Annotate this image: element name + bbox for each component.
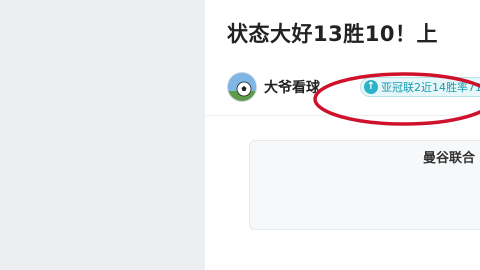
match-card[interactable]: 曼谷联合 — [249, 140, 480, 230]
author-avatar[interactable] — [227, 72, 257, 102]
author-name[interactable]: 大爷看球 — [264, 77, 320, 97]
article-panel: 状态大好13胜10！上 大爷看球 ↑ 亚冠联2近14胜率71% 曼谷联合 — [205, 0, 480, 270]
article-title: 状态大好13胜10！上 — [227, 22, 438, 46]
divider — [205, 115, 480, 116]
stats-badge[interactable]: ↑ 亚冠联2近14胜率71% — [360, 77, 480, 97]
soccer-ball-avatar-icon — [228, 73, 256, 101]
author-row: 大爷看球 ↑ 亚冠联2近14胜率71% — [227, 72, 480, 104]
arrow-up-icon: ↑ — [364, 80, 378, 94]
left-sidebar-blank — [0, 0, 205, 270]
match-team-name: 曼谷联合 — [423, 151, 476, 166]
badge-label: 亚冠联2近14胜率71% — [381, 81, 480, 94]
